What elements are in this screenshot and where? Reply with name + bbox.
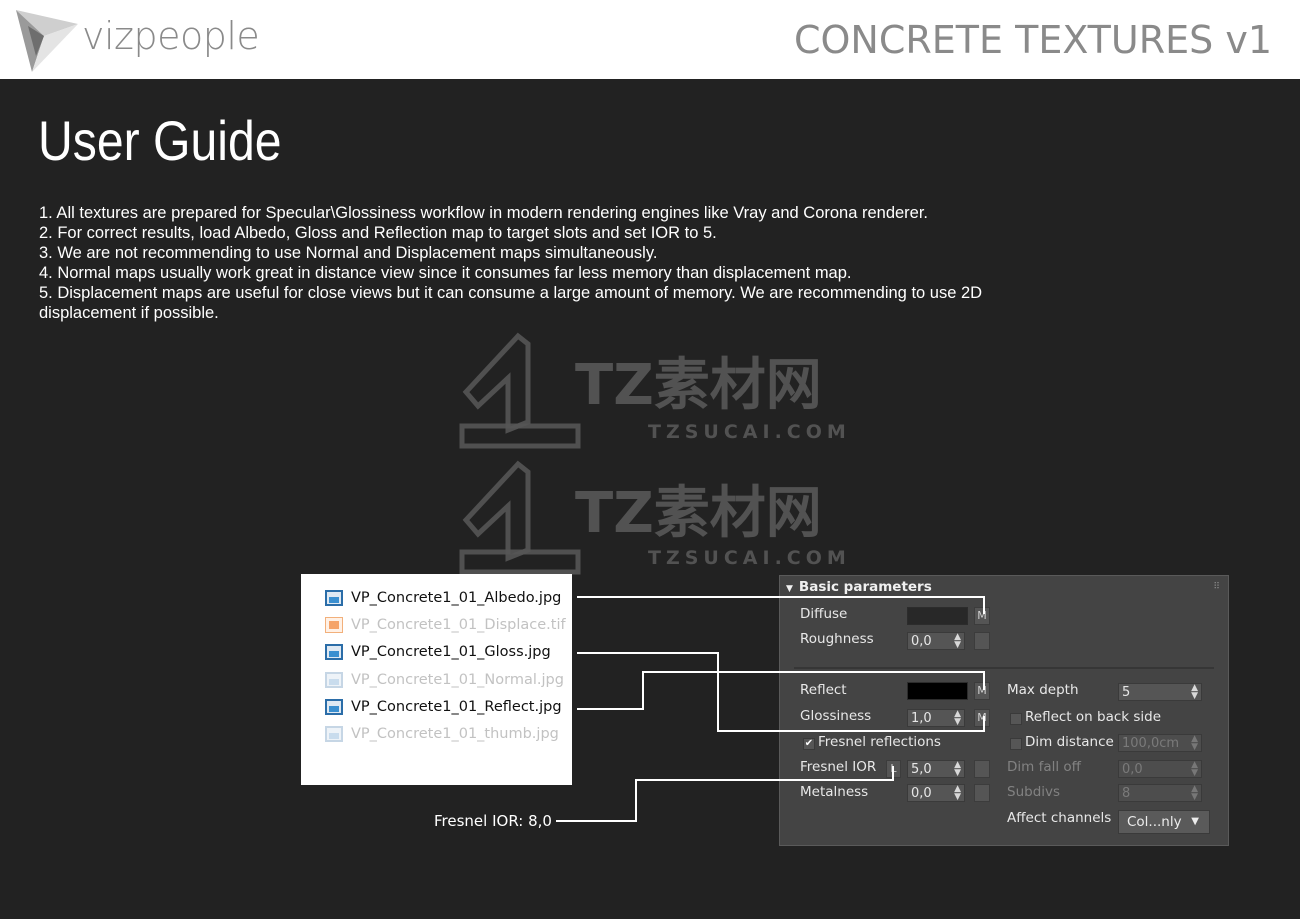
gloss-connector-line <box>577 652 985 732</box>
reflect-connector-line <box>577 671 985 710</box>
fresnel-ior-note: Fresnel IOR: 8,0 <box>434 812 552 830</box>
albedo-connector-line <box>577 596 985 614</box>
connector-lines <box>556 596 985 822</box>
ior-connector-line <box>556 766 894 822</box>
